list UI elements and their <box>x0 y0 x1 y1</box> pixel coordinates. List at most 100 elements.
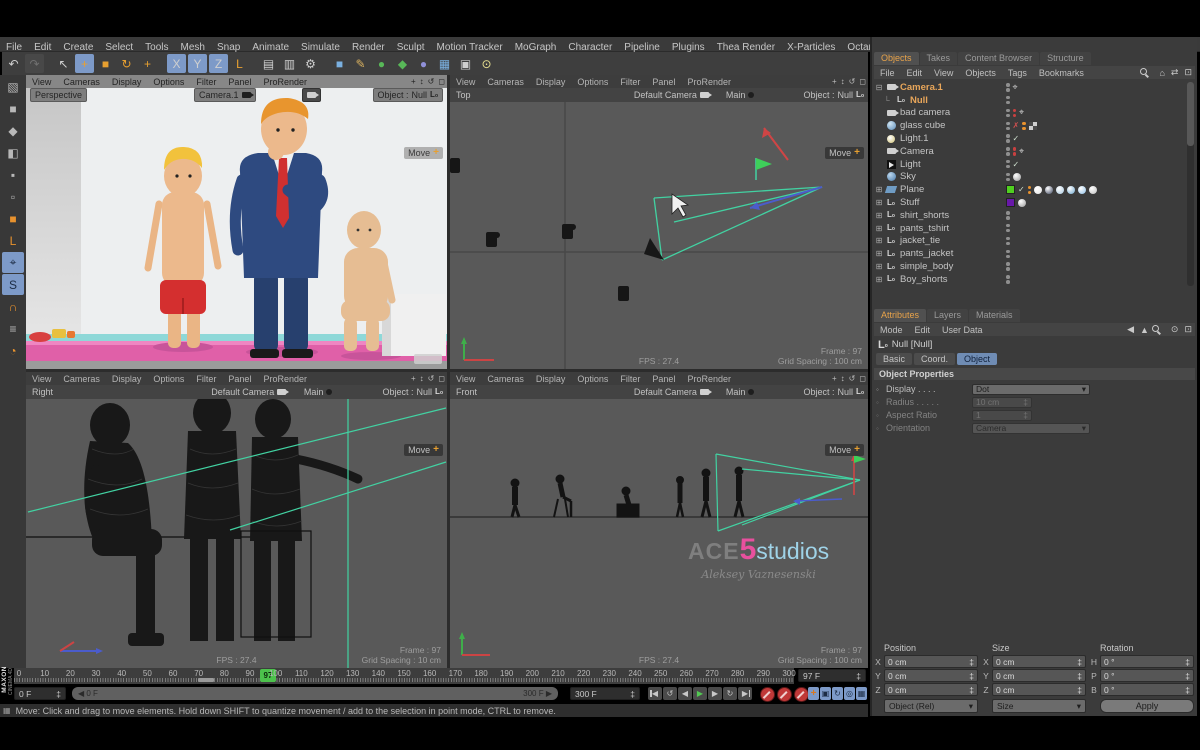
stepper-icon[interactable]: ‡ <box>969 671 974 681</box>
coord-field[interactable]: 0 cm‡ <box>884 683 978 696</box>
viewport-front[interactable]: ViewCamerasDisplayOptionsFilterPanelProR… <box>450 372 868 668</box>
visibility-dots-icon[interactable] <box>1013 109 1017 118</box>
edges-mode-icon[interactable]: ▫ <box>2 186 24 207</box>
frame-icon[interactable]: ⊡ <box>1181 324 1195 335</box>
tree-row-simple_body[interactable]: ⊞Losimple_body <box>874 260 1186 273</box>
viewport-menu-options[interactable]: Options <box>571 77 614 87</box>
active-camera-toggle[interactable] <box>302 88 321 102</box>
tree-row-shirt_shorts[interactable]: ⊞Loshirt_shorts <box>874 209 1186 222</box>
enabled-check-icon[interactable]: ✓ <box>1013 160 1020 169</box>
visibility-dots-icon[interactable] <box>1006 109 1010 118</box>
target-tag-icon[interactable]: ⌖ <box>1013 82 1018 93</box>
locked-workplane-icon[interactable]: ◔ <box>2 340 24 361</box>
tree-row-jacket_tie[interactable]: ⊞Lojacket_tie <box>874 235 1186 248</box>
stepper-icon[interactable]: ‡ <box>969 657 974 667</box>
zoom-view-icon[interactable]: ↕ <box>418 77 426 86</box>
viewport-menu-prorender[interactable]: ProRender <box>681 374 737 384</box>
lock-z-icon[interactable]: Z <box>209 54 228 73</box>
material-tag-icon[interactable] <box>1089 186 1097 194</box>
goto-start-button[interactable]: ◀ <box>648 687 662 700</box>
viewport-menu-cameras[interactable]: Cameras <box>57 374 106 384</box>
stepper-icon[interactable]: ‡ <box>1077 657 1082 667</box>
expand-icon[interactable]: ⊞ <box>874 249 884 258</box>
tree-row-null[interactable]: └LoNull <box>874 94 1186 107</box>
attr-prefix-icon[interactable]: ◦ <box>876 398 886 407</box>
viewport-menu-view[interactable]: View <box>450 374 481 384</box>
viewport-menu-filter[interactable]: Filter <box>614 77 646 87</box>
expand-icon[interactable]: ⊞ <box>874 185 884 194</box>
viewport-label[interactable]: Top <box>450 90 477 100</box>
layer-color-icon[interactable] <box>1006 198 1015 207</box>
attr-dropdown[interactable]: Dot▾ <box>972 384 1090 395</box>
visibility-dots-icon[interactable] <box>1006 275 1010 284</box>
render-picture-viewer-icon[interactable]: ▥ <box>280 54 299 73</box>
viewport-menu-filter[interactable]: Filter <box>190 374 222 384</box>
visibility-dots-icon[interactable] <box>1006 250 1010 259</box>
viewport-label[interactable]: Perspective <box>30 88 87 102</box>
layers-icon[interactable]: ≡ <box>2 318 24 339</box>
visibility-dots-icon[interactable] <box>1006 147 1010 156</box>
record-rotation-toggle[interactable]: ↻ <box>832 687 843 700</box>
loop-button[interactable]: ↻ <box>723 687 737 700</box>
tab-attributes[interactable]: Attributes <box>874 309 926 322</box>
stepper-icon[interactable]: ‡ <box>1185 657 1190 667</box>
expand-icon[interactable]: ⊞ <box>874 211 884 220</box>
play-preview-button[interactable]: ↺ <box>663 687 677 700</box>
viewport-menu-panel[interactable]: Panel <box>646 77 681 87</box>
lock-x-icon[interactable]: X <box>167 54 186 73</box>
search-icon[interactable] <box>1140 68 1156 78</box>
viewport-menu-display[interactable]: Display <box>106 77 148 87</box>
camera-icon[interactable]: ▣ <box>456 54 475 73</box>
back-icon[interactable]: ◀ <box>1124 324 1137 335</box>
lock-icon[interactable]: ⊙ <box>1168 324 1182 335</box>
viewport-menu-display[interactable]: Display <box>106 374 148 384</box>
rotate-view-icon[interactable]: ↺ <box>847 77 858 86</box>
coord-field[interactable]: 0 °‡ <box>1100 655 1194 668</box>
viewport-menu-options[interactable]: Options <box>147 77 190 87</box>
end-frame-field[interactable]: 300 F‡ <box>570 687 640 700</box>
sync-icon[interactable]: ⇄ <box>1168 67 1182 78</box>
render-view-icon[interactable]: ▤ <box>259 54 278 73</box>
polygons-mode-icon[interactable]: ■ <box>2 208 24 229</box>
viewport-menu-view[interactable]: View <box>450 77 481 87</box>
target-tag-icon[interactable]: ⌖ <box>1019 107 1024 118</box>
attr-stepper-field[interactable]: 1‡ <box>972 410 1032 421</box>
stepper-icon[interactable]: ‡ <box>1185 685 1190 695</box>
viewport-menu-display[interactable]: Display <box>530 374 572 384</box>
maximize-view-icon[interactable]: ◻ <box>857 374 868 383</box>
rotate-view-icon[interactable]: ↺ <box>426 374 437 383</box>
coord-field[interactable]: 0 cm‡ <box>992 669 1086 682</box>
deformer-icon[interactable]: ● <box>414 54 433 73</box>
search-icon[interactable] <box>1152 325 1168 335</box>
pan-view-icon[interactable]: + <box>830 374 839 383</box>
stepper-icon[interactable]: ‡ <box>1077 671 1082 681</box>
forward-icon[interactable]: ▲ <box>1137 325 1152 335</box>
viewport-menu-panel[interactable]: Panel <box>222 374 257 384</box>
viewport-label[interactable]: Right <box>26 387 59 397</box>
record-parameter-toggle[interactable]: ◎ <box>844 687 855 700</box>
viewport-menu-prorender[interactable]: ProRender <box>257 374 313 384</box>
material-tag-icon[interactable] <box>1013 173 1021 181</box>
target-tag-icon[interactable]: ⌖ <box>1019 146 1024 157</box>
workplane-mode-icon[interactable]: ◧ <box>2 142 24 163</box>
attr-stepper-field[interactable]: 10 cm‡ <box>972 397 1032 408</box>
visibility-dots-icon[interactable] <box>1013 147 1017 156</box>
viewport-camera-selector[interactable]: Default Camera <box>211 387 286 397</box>
attr-dropdown[interactable]: Camera▾ <box>972 423 1090 434</box>
tab-content-browser[interactable]: Content Browser <box>958 52 1039 65</box>
stepper-icon[interactable]: ‡ <box>969 685 974 695</box>
render-pass-selector[interactable]: Main <box>304 387 333 397</box>
viewport-camera-selector[interactable]: Camera.1 <box>194 88 256 102</box>
timeline-range-slider[interactable]: ◀ 0 F300 F ▶ <box>72 687 558 700</box>
viewport-perspective[interactable]: ViewCamerasDisplayOptionsFilterPanelProR… <box>26 75 447 369</box>
hud-move-tool[interactable]: Move+ <box>825 147 864 159</box>
maximize-view-icon[interactable]: ◻ <box>436 77 447 86</box>
tree-row-pants_jacket[interactable]: ⊞Lopants_jacket <box>874 247 1186 260</box>
pan-view-icon[interactable]: + <box>830 77 839 86</box>
tree-row-plane[interactable]: ⊞Plane✓ <box>874 183 1186 196</box>
coord-field[interactable]: 0 °‡ <box>1100 683 1194 696</box>
menu-bookmarks[interactable]: Bookmarks <box>1033 68 1090 78</box>
tree-row-camera.1[interactable]: ⊟Camera.1⌖ <box>874 81 1186 94</box>
primitive-cube-icon[interactable]: ■ <box>330 54 349 73</box>
pan-view-icon[interactable]: + <box>409 77 418 86</box>
